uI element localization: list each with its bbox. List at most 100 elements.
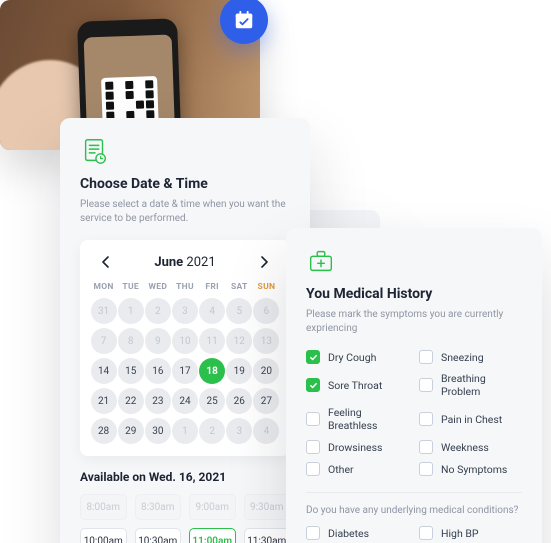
calendar-day[interactable]: 21 [91,388,117,414]
checkbox-label: Sneezing [441,351,484,364]
checkbox-label: Weekness [441,441,489,454]
chevron-left-icon [102,256,110,268]
weekday-label: THU [171,282,198,298]
time-slot[interactable]: 10:00am [80,528,127,543]
checkbox-label: High BP [441,527,479,540]
weekday-label: MON [90,282,117,298]
checkbox-item[interactable]: Pain in Chest [419,406,522,432]
medical-card-title: You Medical History [306,286,522,302]
calendar-day[interactable]: 14 [91,358,117,384]
calendar-day: 4 [253,418,279,444]
conditions-list: DiabetesHigh BPHeart DiseaseKidney Disea… [306,526,522,543]
checkbox-icon [419,462,433,476]
calendar-day: 6 [253,298,279,324]
checkbox-label: Pain in Chest [441,413,502,426]
calendar-day[interactable]: 18 [199,358,225,384]
calendar-badge [220,0,268,44]
checkbox-item[interactable]: No Symptoms [419,462,522,476]
checkbox-item[interactable]: High BP [419,526,522,540]
checkbox-icon [306,462,320,476]
time-slot[interactable]: 10:30am [135,528,182,543]
calendar-grid: 3112345678910111213141516171819202122232… [90,298,280,444]
checkbox-icon [419,350,433,364]
weekday-label: SUN [253,282,280,298]
checkbox-label: Sore Throat [328,379,382,392]
time-slot: 8:00am [80,494,127,520]
checkbox-label: Feeling Breathless [328,406,409,432]
next-month-button[interactable] [254,252,274,272]
checkbox-icon [306,378,320,392]
checkbox-label: Breathing Problem [441,372,522,398]
weekday-label: TUE [117,282,144,298]
calendar-day[interactable]: 26 [226,388,252,414]
prev-month-button[interactable] [96,252,116,272]
calendar-day: 3 [226,418,252,444]
calendar-day[interactable]: 15 [118,358,144,384]
calendar-weekdays: MONTUEWEDTHUFRISATSUN [90,282,280,298]
calendar-day: 31 [91,298,117,324]
checkbox-label: Diabetes [328,527,369,540]
calendar-check-icon [233,9,255,31]
time-slot: 9:00am [189,494,236,520]
medical-card-subtitle: Please mark the symptoms you are current… [306,308,522,336]
weekday-label: WED [144,282,171,298]
checkbox-label: Other [328,463,354,476]
calendar-day[interactable]: 25 [199,388,225,414]
weekday-label: SAT [226,282,253,298]
checkbox-icon [419,378,433,392]
calendar-day: 12 [226,328,252,354]
checkbox-item[interactable]: Dry Cough [306,350,409,364]
calendar-day[interactable]: 16 [145,358,171,384]
weekday-label: FRI [199,282,226,298]
time-slot: 8:30am [135,494,182,520]
calendar-day[interactable]: 23 [145,388,171,414]
calendar-day[interactable]: 27 [253,388,279,414]
calendar-day: 8 [118,328,144,354]
calendar-day[interactable]: 17 [172,358,198,384]
divider [306,492,522,493]
checkbox-label: No Symptoms [441,463,507,476]
checkbox-icon [419,440,433,454]
checkbox-item[interactable]: Feeling Breathless [306,406,409,432]
calendar-day: 2 [145,298,171,324]
calendar-day[interactable]: 29 [118,418,144,444]
underlying-question: Do you have any underlying medical condi… [306,505,522,516]
medical-history-card: You Medical History Please mark the symp… [286,228,542,543]
note-icon [80,136,110,166]
checkbox-item[interactable]: Sore Throat [306,372,409,398]
calendar-card: Choose Date & Time Please select a date … [60,118,310,543]
calendar-day[interactable]: 20 [253,358,279,384]
calendar-day: 4 [199,298,225,324]
checkbox-item[interactable]: Drowsiness [306,440,409,454]
checkbox-item[interactable]: Other [306,462,409,476]
checkbox-item[interactable]: Sneezing [419,350,522,364]
time-slot[interactable]: 11:30am [244,528,291,543]
calendar-day: 2 [199,418,225,444]
checkbox-item[interactable]: Weekness [419,440,522,454]
calendar-day: 3 [172,298,198,324]
checkbox-item[interactable]: Breathing Problem [419,372,522,398]
checkbox-icon [306,412,320,426]
calendar-day[interactable]: 28 [91,418,117,444]
calendar-day: 5 [226,298,252,324]
calendar-day[interactable]: 22 [118,388,144,414]
calendar-day: 11 [199,328,225,354]
time-slot: 9:30am [244,494,291,520]
calendar-day[interactable]: 30 [145,418,171,444]
checkbox-icon [419,412,433,426]
calendar-day: 7 [91,328,117,354]
checkbox-label: Dry Cough [328,351,376,364]
medical-kit-icon [306,246,336,276]
time-slot[interactable]: 11:00am [189,528,236,543]
available-title: Available on Wed. 16, 2021 [80,470,290,484]
checkbox-label: Drowsiness [328,441,382,454]
checkbox-icon [306,526,320,540]
calendar-day: 13 [253,328,279,354]
calendar-day[interactable]: 24 [172,388,198,414]
checkbox-item[interactable]: Diabetes [306,526,409,540]
calendar-card-title: Choose Date & Time [80,176,290,192]
time-slots: 8:00am 8:30am 9:00am 9:30am 10:00am 10:30am 11… [80,494,290,543]
calendar-day[interactable]: 19 [226,358,252,384]
symptoms-list: Dry Cough Sneezing Sore Throat Breathing Pr… [306,350,522,476]
calendar-card-subtitle: Please select a date & time when you wan… [80,198,290,226]
